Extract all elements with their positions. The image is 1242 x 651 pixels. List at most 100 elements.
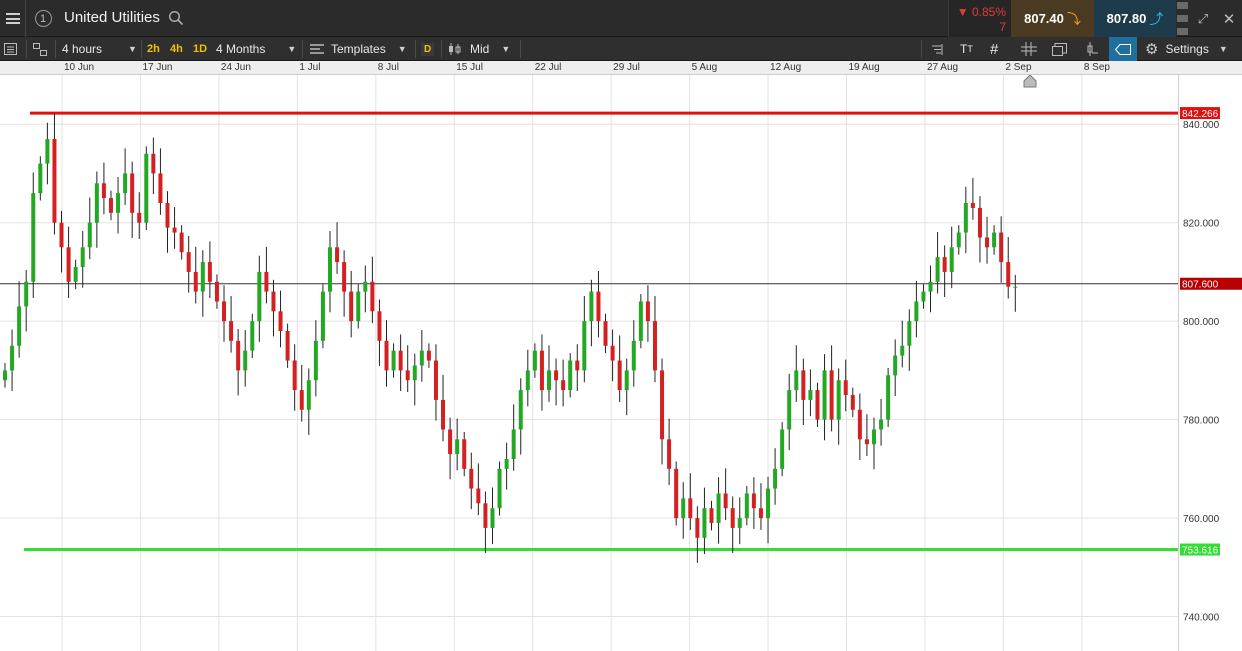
info-icon[interactable]: 1: [30, 0, 56, 37]
date-tick-label: 29 Jul: [613, 62, 640, 73]
candle-body-up: [10, 345, 15, 371]
candle-body-down: [130, 173, 135, 213]
candle-body-down: [59, 222, 64, 248]
candle-body-down: [1006, 262, 1011, 287]
candle-body-down: [561, 380, 566, 391]
templates-dropdown[interactable]: Templates ▼: [310, 37, 407, 61]
candle-body-down: [186, 252, 191, 272]
caret-down-icon: ▼: [128, 44, 137, 54]
price-type-dropdown[interactable]: Mid ▼: [448, 37, 510, 61]
candle-body-down: [652, 321, 657, 371]
candle-body-up: [787, 390, 792, 430]
candle-body-down: [977, 207, 982, 238]
candle-body-up: [327, 247, 332, 292]
candle-body-up: [94, 183, 99, 223]
change-value: 7: [999, 20, 1006, 34]
settings-label: Settings: [1165, 42, 1209, 56]
candle-body-down: [688, 498, 693, 519]
price-axis-label: 820.000: [1183, 219, 1220, 230]
candle-body-down: [271, 291, 276, 312]
price-axis-label: 780.000: [1183, 416, 1220, 427]
d-button[interactable]: D: [421, 37, 435, 61]
candle-body-up: [893, 355, 898, 376]
candle: [320, 284, 325, 349]
candle-body-down: [292, 360, 297, 391]
candle-body-up: [313, 340, 318, 381]
candle-body-up: [744, 493, 749, 519]
candle: [144, 146, 149, 231]
candle-body-up: [886, 375, 891, 420]
sell-price: 807.40: [1024, 11, 1064, 26]
candle-body-up: [836, 380, 841, 420]
candle-body-down: [278, 311, 283, 331]
list-icon[interactable]: [4, 37, 17, 61]
candle-body-down: [207, 262, 212, 282]
candle-body-up: [518, 390, 523, 430]
close-icon[interactable]: ✕: [1218, 0, 1240, 37]
triangle-down-icon: ▼: [956, 5, 969, 19]
grid-icon[interactable]: #: [990, 37, 998, 61]
candle-body-up: [935, 257, 940, 282]
layout-icon[interactable]: [33, 37, 47, 61]
candle-body-up: [879, 419, 884, 430]
candle-body-down: [554, 370, 559, 381]
candle-body-down: [384, 340, 389, 371]
copy-icon[interactable]: [1052, 37, 1067, 61]
candle-body-down: [667, 439, 672, 469]
candle-body-up: [490, 508, 495, 528]
candle-body-down: [815, 390, 820, 420]
candle-body-up: [419, 350, 424, 366]
search-icon[interactable]: [168, 10, 184, 26]
interval-2h-button[interactable]: 2h: [147, 37, 160, 61]
candle-body-down: [299, 390, 304, 410]
price-chart[interactable]: 740.000 760.000 780.000 800.000 820.000 840.0…: [0, 75, 1242, 651]
d-badge: D: [421, 42, 435, 56]
indicators-icon[interactable]: [930, 37, 943, 61]
support-label: 753.616: [1182, 546, 1219, 557]
interval-1d-button[interactable]: 1D: [193, 37, 207, 61]
candle-body-up: [780, 429, 785, 469]
panel-scroll-handle[interactable]: [1177, 2, 1188, 35]
candle-body-up: [794, 370, 799, 391]
candle-body-down: [469, 468, 474, 489]
candle-body-up: [568, 360, 573, 391]
candle-body-down: [610, 345, 615, 361]
date-tick-label: 15 Jul: [456, 62, 483, 73]
crosshair-icon[interactable]: [1021, 37, 1037, 61]
candle-body-down: [377, 311, 382, 341]
expand-icon[interactable]: ⤢: [1192, 0, 1214, 37]
buy-price: 807.80: [1106, 11, 1147, 26]
date-tick-label: 17 Jun: [142, 62, 173, 73]
candle-body-down: [730, 508, 735, 528]
candle-body-up: [144, 153, 149, 223]
interval-dropdown[interactable]: 4 hours ▼: [62, 37, 137, 61]
candle-body-down: [709, 508, 714, 523]
candle-body-down: [539, 350, 544, 391]
candle-body-down: [433, 360, 438, 400]
candle: [886, 367, 891, 427]
instrument-title: United Utilities: [64, 9, 160, 26]
change-percent: 0.85%: [971, 5, 1006, 19]
candle-body-up: [681, 498, 686, 519]
candle-body-down: [101, 183, 106, 199]
arrow-down-icon: ⤵: [1066, 10, 1081, 27]
candle-body-up: [737, 518, 742, 528]
date-tick-label: 1 Jul: [299, 62, 321, 73]
candle-body-up: [320, 291, 325, 341]
text-size-icon[interactable]: TT: [960, 37, 973, 61]
sell-button[interactable]: 807.40 ⤵: [1011, 0, 1094, 37]
chart-type-icon[interactable]: [1086, 37, 1098, 61]
date-tick-label: 27 Aug: [926, 62, 959, 73]
candle-body-up: [80, 247, 85, 267]
drawing-tool-icon[interactable]: [1109, 37, 1137, 61]
menu-icon[interactable]: [0, 0, 26, 37]
settings-button[interactable]: ⚙ Settings ▼: [1145, 37, 1228, 61]
buy-button[interactable]: 807.80 ⤴: [1094, 0, 1176, 37]
date-tick-label: 2 Sep: [1005, 62, 1032, 73]
range-dropdown[interactable]: 4 Months ▼: [216, 37, 296, 61]
interval-4h-button[interactable]: 4h: [170, 37, 183, 61]
candle-body-up: [928, 281, 933, 292]
candle-body-up: [956, 232, 961, 248]
candle-body-down: [942, 257, 947, 272]
candle-body-up: [992, 232, 997, 248]
